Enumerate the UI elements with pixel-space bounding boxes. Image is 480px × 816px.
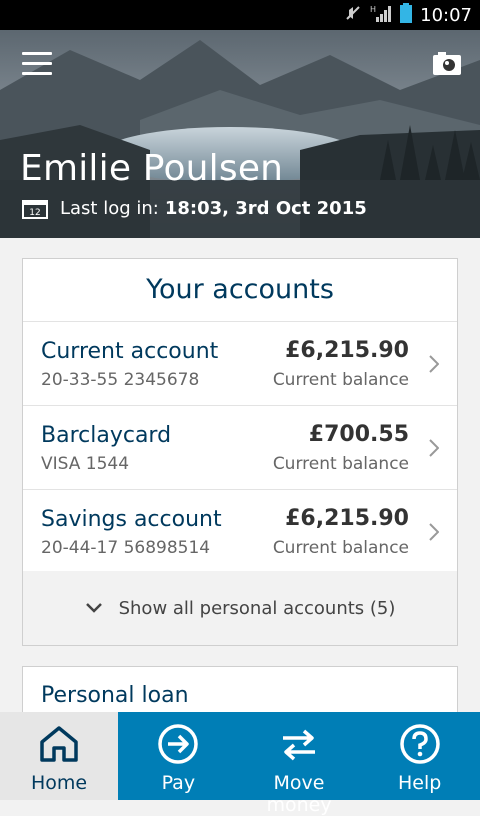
chevron-right-icon [429, 523, 439, 541]
calendar-icon: 12 [22, 199, 48, 219]
accounts-card: Your accounts Current account 20-33-55 2… [22, 258, 458, 646]
account-name: Savings account [41, 507, 222, 532]
bottom-navigation: Home Pay Move money Help [0, 712, 480, 816]
last-login-label: Last log in: [60, 198, 159, 219]
account-row-barclaycard[interactable]: Barclaycard VISA 1544 £700.55 Current ba… [23, 406, 457, 490]
battery-icon [400, 2, 413, 28]
calendar-day: 12 [29, 208, 40, 218]
profile-header: Emilie Poulsen 12 Last log in: 18:03, 3r… [0, 30, 480, 238]
balance-label: Current balance [272, 538, 409, 558]
account-number: 20-33-55 2345678 [41, 370, 200, 390]
move-money-icon [283, 729, 315, 761]
home-icon [40, 726, 78, 762]
nav-pay[interactable]: Pay [118, 712, 239, 800]
account-balance: £6,215.90 [285, 338, 409, 363]
chevron-down-icon [85, 603, 102, 613]
help-icon [399, 724, 440, 764]
account-balance: £6,215.90 [285, 506, 409, 531]
nav-home-label: Home [30, 772, 88, 794]
signal-icon: H [370, 4, 392, 27]
nav-help[interactable]: Help [359, 712, 480, 800]
hamburger-menu-icon[interactable] [22, 52, 52, 76]
pay-icon [158, 724, 199, 764]
nav-pay-label: Pay [161, 772, 196, 794]
personal-loan-title: Personal loan [41, 683, 189, 708]
balance-label: Current balance [272, 370, 409, 390]
account-name: Current account [41, 339, 219, 364]
show-all-accounts-label: Show all personal accounts (5) [118, 597, 396, 619]
nav-move-money[interactable]: Move money [239, 712, 360, 816]
account-row-savings[interactable]: Savings account 20-44-17 56898514 £6,215… [23, 490, 457, 574]
status-icons: H 10:07 [344, 0, 472, 30]
account-number: VISA 1544 [41, 454, 130, 474]
account-name: Barclaycard [41, 423, 172, 448]
account-balance: £700.55 [308, 422, 409, 447]
show-all-accounts-button[interactable]: Show all personal accounts (5) [23, 571, 457, 645]
chevron-right-icon [429, 355, 439, 373]
nav-help-label: Help [398, 772, 442, 794]
balance-label: Current balance [272, 454, 409, 474]
user-name: Emilie Poulsen [20, 148, 284, 189]
mute-icon [344, 4, 362, 27]
chevron-right-icon [429, 439, 439, 457]
accounts-title: Your accounts [23, 259, 457, 322]
account-row-current[interactable]: Current account 20-33-55 2345678 £6,215.… [23, 322, 457, 406]
last-login: 12 Last log in: 18:03, 3rd Oct 2015 [22, 198, 367, 219]
last-login-value: 18:03, 3rd Oct 2015 [164, 198, 367, 219]
status-bar: H 10:07 [0, 0, 480, 30]
camera-icon[interactable] [432, 50, 462, 76]
nav-home[interactable]: Home [0, 712, 118, 800]
account-number: 20-44-17 56898514 [41, 538, 211, 558]
nav-move-money-label: Move money [266, 772, 332, 816]
status-time: 10:07 [420, 4, 472, 26]
svg-text:H: H [370, 5, 376, 14]
